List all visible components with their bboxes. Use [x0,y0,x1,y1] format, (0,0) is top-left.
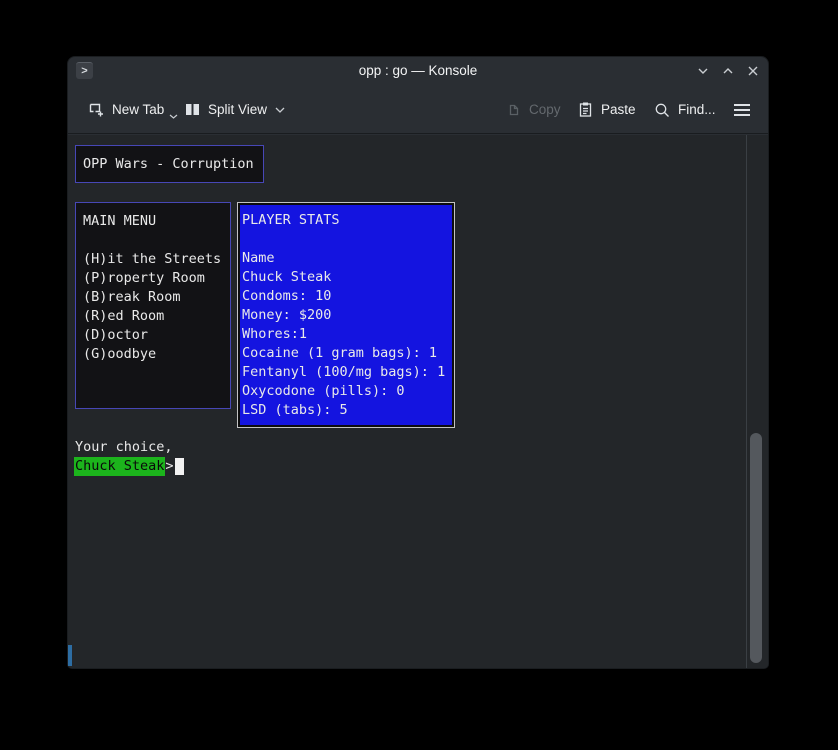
konsole-window: > opp : go — Konsole New Tab [68,57,768,668]
stat-whores: Whores:1 [242,325,307,344]
paste-icon [577,101,594,118]
terminal-display[interactable]: OPP Wars - Corruption MAIN MENU (H)it th… [68,135,768,668]
copy-label: Copy [529,102,561,117]
stat-name-value: Chuck Steak [242,268,331,287]
find-label: Find... [678,102,716,117]
stat-fentanyl: Fentanyl (100/mg bags): 1 [242,363,445,382]
hamburger-menu-button[interactable] [732,96,752,123]
hamburger-icon [732,102,752,118]
paste-button[interactable]: Paste [577,96,636,123]
close-button[interactable] [744,62,762,80]
menu-item-red-room: (R)ed Room [83,307,164,326]
player-stats-title: PLAYER STATS [242,211,340,230]
prompt-text: Your choice, [75,438,173,457]
split-view-chevron-icon [274,105,286,114]
player-name-highlight: Chuck Steak [74,457,165,476]
titlebar[interactable]: > opp : go — Konsole [68,57,768,85]
stat-lsd: LSD (tabs): 5 [242,401,348,420]
prompt-suffix: > [165,457,173,476]
activity-indicator [68,645,72,666]
stat-money: Money: $200 [242,306,331,325]
player-stats-box: PLAYER STATS Name Chuck Steak Condoms: 1… [237,202,455,428]
main-menu-box: MAIN MENU (H)it the Streets (P)roperty R… [75,202,231,409]
new-tab-button[interactable]: New Tab [88,96,180,123]
window-title: opp : go — Konsole [68,57,768,85]
maximize-button[interactable] [719,62,737,80]
minimize-button[interactable] [694,62,712,80]
scrollbar-track-separator [746,135,747,668]
stat-name-label: Name [242,249,275,268]
copy-button[interactable]: Copy [505,96,561,123]
terminal-cursor [175,458,184,475]
game-title-text: OPP Wars - Corruption [83,155,254,174]
menu-item-doctor: (D)octor [83,326,148,345]
main-menu-title: MAIN MENU [83,212,156,231]
new-tab-caret-icon [169,113,178,120]
split-view-label: Split View [208,102,267,117]
toolbar: New Tab Split View [68,85,768,134]
stat-oxycodone: Oxycodone (pills): 0 [242,382,405,401]
split-view-button[interactable]: Split View [184,96,286,123]
new-tab-label: New Tab [112,102,164,117]
copy-icon [505,101,522,118]
stat-condoms: Condoms: 10 [242,287,331,306]
menu-item-break-room: (B)reak Room [83,288,181,307]
paste-label: Paste [601,102,636,117]
menu-item-property-room: (P)roperty Room [83,269,205,288]
new-tab-icon [88,101,105,118]
scrollbar-thumb[interactable] [750,433,762,663]
search-icon [653,101,671,119]
menu-item-goodbye: (G)oodbye [83,345,156,364]
menu-item-hit-streets: (H)it the Streets [83,250,221,269]
find-button[interactable]: Find... [653,96,716,123]
prompt-input-line[interactable]: Chuck Steak> [74,457,184,476]
stat-cocaine: Cocaine (1 gram bags): 1 [242,344,437,363]
split-view-icon [184,101,201,118]
game-title-box: OPP Wars - Corruption [75,145,264,183]
